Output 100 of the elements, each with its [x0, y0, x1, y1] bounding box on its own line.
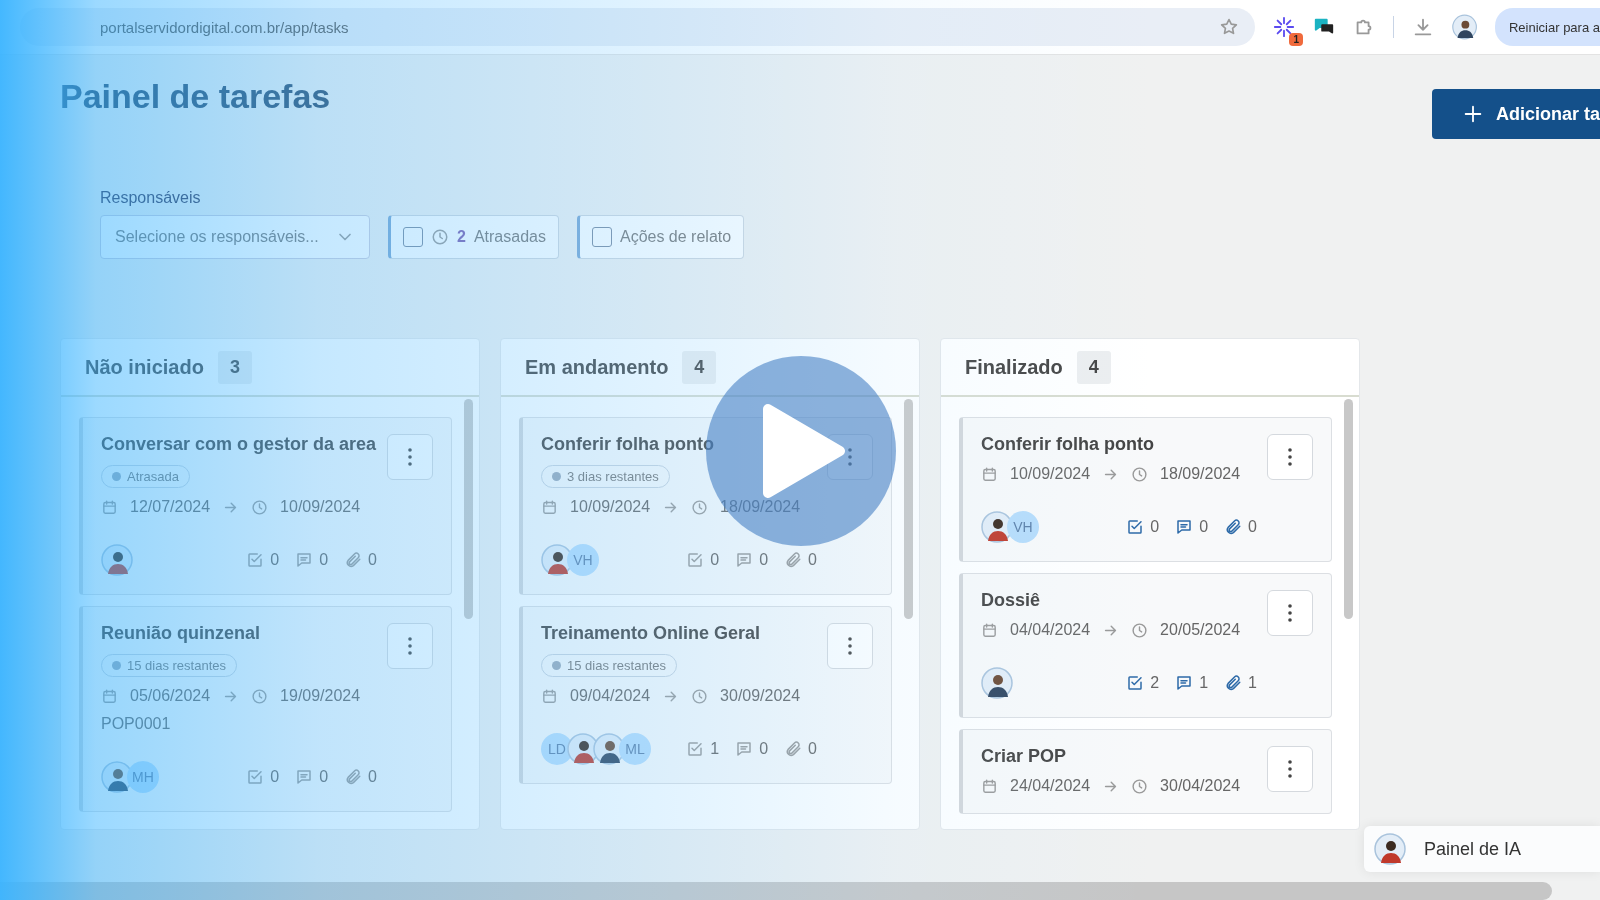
start-date: 05/06/2024 [130, 687, 211, 705]
column-title: Em andamento [525, 355, 669, 379]
task-card[interactable]: Treinamento Online Geral 15 dias restantes 09/04/2024 30/09/2024 LD ML 1 0 0 [519, 606, 892, 784]
clock-icon [1131, 465, 1149, 483]
checkbox[interactable] [591, 227, 612, 247]
more-icon [1288, 603, 1292, 623]
task-title: Criar POP [981, 746, 1068, 767]
paperclip-icon [1224, 518, 1243, 536]
avatar-initials: LD [541, 733, 573, 765]
clock-icon [691, 498, 709, 516]
paperclip-icon [784, 551, 803, 569]
comment-count: 0 [319, 551, 329, 569]
page-title: Painel de tarefas [60, 77, 331, 116]
column-title: Não iniciado [85, 355, 204, 379]
calendar-icon [981, 777, 998, 795]
clock-icon [251, 687, 269, 705]
checklist-icon [686, 551, 705, 569]
more-button[interactable] [1267, 434, 1313, 480]
column-count: 4 [682, 350, 717, 384]
clock-icon [1131, 777, 1149, 795]
filter-chip[interactable]: Ações de relato [576, 215, 745, 259]
attachment-count: 0 [808, 551, 817, 569]
paperclip-icon [784, 740, 803, 758]
more-icon [408, 447, 412, 467]
more-button[interactable] [387, 434, 433, 480]
comment-icon [1175, 674, 1194, 692]
start-date: 12/07/2024 [130, 498, 211, 516]
start-date: 24/04/2024 [1010, 777, 1091, 795]
task-card[interactable]: Conferir folha ponto 10/09/2024 18/09/2024 VH 0 0 0 [959, 417, 1332, 562]
comment-icon [735, 551, 754, 569]
more-icon [848, 636, 852, 656]
comment-icon [295, 551, 314, 569]
calendar-icon [101, 687, 118, 705]
attachment-count: 1 [1248, 674, 1257, 692]
start-date: 09/04/2024 [570, 687, 651, 705]
task-card[interactable]: Criar POP 24/04/2024 30/04/2024 [959, 729, 1332, 814]
column-title: Finalizado [965, 355, 1063, 379]
due-date: 30/04/2024 [1160, 777, 1241, 795]
checklist-icon [246, 551, 265, 569]
filter-chip[interactable]: 2 Atrasadas [388, 215, 559, 259]
more-button[interactable] [827, 623, 873, 669]
restart-button[interactable]: Reiniciar para a [1494, 8, 1600, 46]
attachment-count: 0 [808, 740, 817, 758]
start-date: 10/09/2024 [1010, 465, 1091, 483]
task-title: Reunião quinzenal [101, 623, 261, 644]
clock-icon [251, 498, 269, 516]
comment-count: 0 [319, 768, 329, 786]
comment-icon [735, 740, 754, 758]
task-title: Conversar com o gestor da area [101, 434, 377, 455]
avatar [1374, 833, 1406, 865]
start-date: 04/04/2024 [1010, 621, 1091, 639]
checklist-count: 0 [710, 551, 720, 569]
address-bar[interactable]: portalservidordigital.com.br/app/tasks [20, 8, 1255, 46]
more-button[interactable] [1267, 746, 1313, 792]
column-count: 3 [217, 350, 252, 384]
ai-panel-button[interactable]: Painel de IA [1364, 826, 1600, 872]
comment-icon [295, 768, 314, 786]
more-icon [408, 636, 412, 656]
paperclip-icon [344, 551, 363, 569]
due-date: 10/09/2024 [280, 498, 361, 516]
calendar-icon [981, 465, 998, 483]
star-icon [1219, 17, 1239, 37]
scrollbar[interactable] [904, 399, 913, 619]
sparkle-icon [1273, 16, 1295, 38]
checklist-icon [1126, 674, 1145, 692]
column-count: 4 [1076, 350, 1111, 384]
scrollbar[interactable] [464, 399, 473, 619]
more-button[interactable] [1267, 590, 1313, 636]
checkbox[interactable] [403, 227, 423, 247]
ai-panel-label: Painel de IA [1424, 838, 1522, 860]
task-card[interactable]: Dossiê 04/04/2024 20/05/2024 2 1 1 [959, 573, 1332, 718]
comment-count: 1 [1199, 674, 1209, 692]
paperclip-icon [344, 768, 363, 786]
clock-icon [1131, 621, 1149, 639]
more-button[interactable] [387, 623, 433, 669]
filter-label: Responsáveis [100, 189, 202, 207]
scrollbar[interactable] [1344, 399, 1353, 619]
avatar-initials: VH [1007, 511, 1039, 543]
due-date: 18/09/2024 [1160, 465, 1241, 483]
calendar-icon [541, 498, 558, 516]
more-icon [1288, 759, 1292, 779]
checklist-count: 1 [710, 740, 720, 758]
calendar-icon [541, 687, 558, 705]
comment-count: 0 [759, 740, 769, 758]
avatar-initials: ML [619, 733, 651, 765]
avatar [101, 544, 133, 576]
task-title: Treinamento Online Geral [541, 623, 762, 644]
notification-badge: 1 [1289, 33, 1303, 46]
avatar [981, 667, 1013, 699]
clock-icon [691, 687, 709, 705]
checklist-count: 0 [270, 768, 280, 786]
due-date: 19/09/2024 [280, 687, 361, 705]
task-card[interactable]: Conversar com o gestor da area Atrasada 12/07/2024 10/09/2024 0 0 0 [79, 417, 452, 595]
checklist-icon [1126, 518, 1145, 536]
attachment-count: 0 [368, 551, 377, 569]
add-task-button[interactable]: Adicionar ta [1431, 89, 1600, 139]
clock-icon [431, 228, 449, 246]
calendar-icon [981, 621, 998, 639]
task-tag: POP0001 [101, 715, 377, 733]
due-date: 20/05/2024 [1160, 621, 1241, 639]
